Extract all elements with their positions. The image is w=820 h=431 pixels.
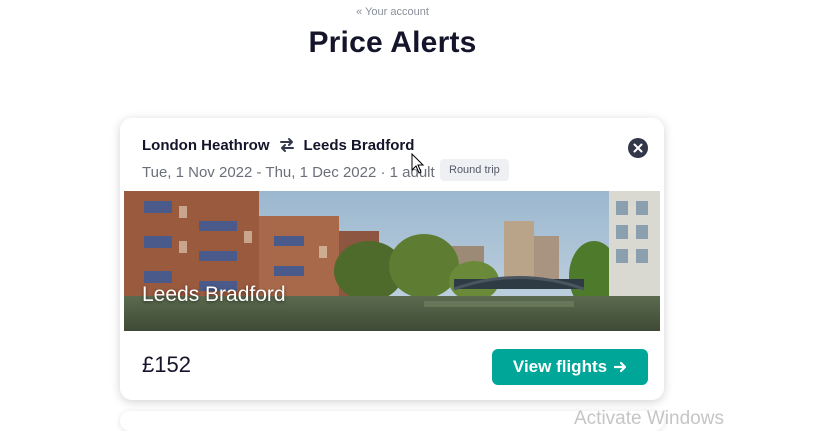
destination-photo: Leeds Bradford [124,191,660,331]
alert-price: £152 [142,352,191,377]
route: London Heathrow Leeds Bradford [142,136,414,154]
back-to-account-link[interactable]: « Your account [0,6,785,18]
swap-arrows-icon [278,136,296,154]
price-alert-card: London Heathrow Leeds Bradford Tue, 1 No… [120,118,664,400]
arrow-right-icon [613,361,627,373]
trip-details: Tue, 1 Nov 2022 - Thu, 1 Dec 2022 · 1 ad… [142,164,435,181]
origin-airport: London Heathrow [142,136,270,154]
remove-alert-button[interactable] [628,138,648,158]
destination-airport: Leeds Bradford [303,136,415,154]
mouse-cursor-icon [411,153,425,174]
destination-image-caption: Leeds Bradford [142,283,286,306]
page-title: Price Alerts [308,26,477,59]
view-flights-button[interactable]: View flights [492,349,648,385]
trip-type-badge: Round trip [440,159,509,181]
view-flights-label: View flights [512,357,608,376]
close-icon [633,143,643,153]
activate-windows-watermark: Activate Windows [574,408,724,429]
